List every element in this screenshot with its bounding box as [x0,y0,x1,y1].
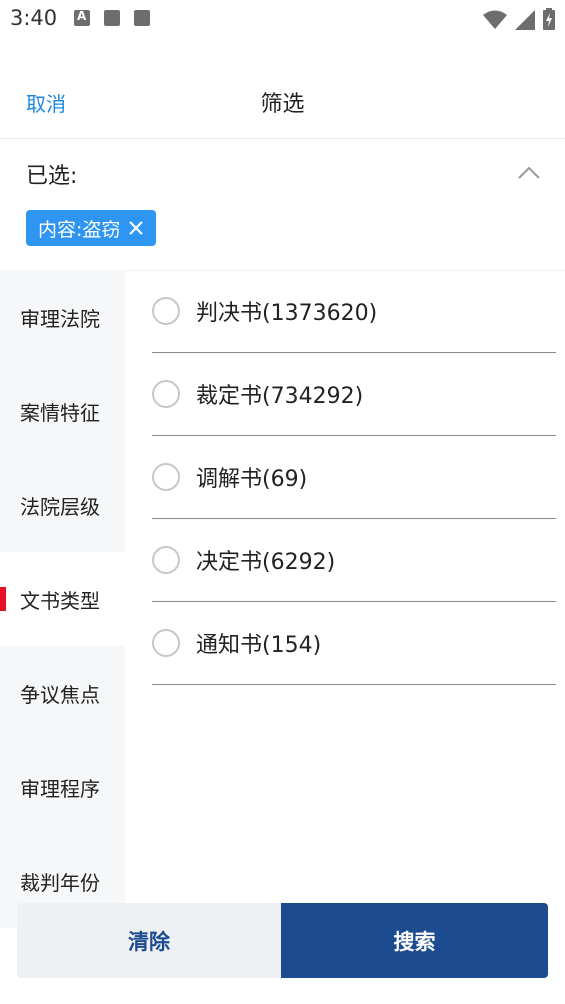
book-icon [104,10,120,26]
status-icons-left [74,9,150,26]
radio-button[interactable] [152,546,180,574]
category-item-procedure[interactable]: 审理程序 [0,740,125,834]
status-time: 3:40 [10,6,58,30]
category-item-court-level[interactable]: 法院层级 [0,458,125,552]
category-item-court[interactable]: 审理法院 [0,270,125,364]
category-label: 案情特征 [20,400,100,425]
category-item-dispute-focus[interactable]: 争议焦点 [0,646,125,740]
category-list: 审理法院 案情特征 法院层级 文书类型 争议焦点 审理程序 裁判年份 [0,270,125,930]
category-label: 文书类型 [20,588,100,613]
option-label: 判决书(1373620) [196,301,378,326]
option-item-judgment[interactable]: 判决书(1373620) [152,270,556,353]
category-item-case-features[interactable]: 案情特征 [0,364,125,458]
radio-button[interactable] [152,463,180,491]
option-item-notice[interactable]: 通知书(154) [152,602,556,685]
option-item-ruling[interactable]: 裁定书(734292) [152,353,556,436]
category-label: 裁判年份 [20,870,100,895]
category-label: 审理法院 [20,306,100,331]
page-title: 筛选 [260,92,305,117]
category-item-document-type[interactable]: 文书类型 [0,552,125,646]
selected-label: 已选: [26,164,78,189]
bottom-action-bar: 清除 搜索 [17,903,548,978]
option-item-mediation[interactable]: 调解书(69) [152,436,556,519]
category-label: 法院层级 [20,494,100,519]
header-bar: 取消 筛选 [0,62,565,139]
radio-button[interactable] [152,629,180,657]
clear-button[interactable]: 清除 [17,903,281,978]
search-button[interactable]: 搜索 [281,903,548,978]
wifi-icon [483,10,507,29]
selected-filters-panel: 已选: 内容:盗窃 [0,138,565,271]
option-label: 决定书(6292) [196,550,336,575]
status-icons-right [483,8,555,30]
battery-charging-icon [543,8,555,30]
chevron-up-icon[interactable] [517,166,541,180]
option-item-decision[interactable]: 决定书(6292) [152,519,556,602]
option-label: 通知书(154) [196,633,322,658]
category-label: 审理程序 [20,776,100,801]
a-icon [74,9,90,26]
signal-icon [515,10,535,30]
radio-button[interactable] [152,297,180,325]
option-label: 调解书(69) [196,467,308,492]
category-label: 争议焦点 [20,682,100,707]
filter-chip-label: 内容:盗窃 [38,218,121,241]
option-label: 裁定书(734292) [196,384,364,409]
close-icon[interactable] [128,220,144,236]
status-bar: 3:40 [0,0,565,38]
option-list: 判决书(1373620) 裁定书(734292) 调解书(69) 决定书(629… [152,270,556,685]
book-icon [134,10,150,26]
filter-chip: 内容:盗窃 [26,210,157,246]
radio-button[interactable] [152,380,180,408]
